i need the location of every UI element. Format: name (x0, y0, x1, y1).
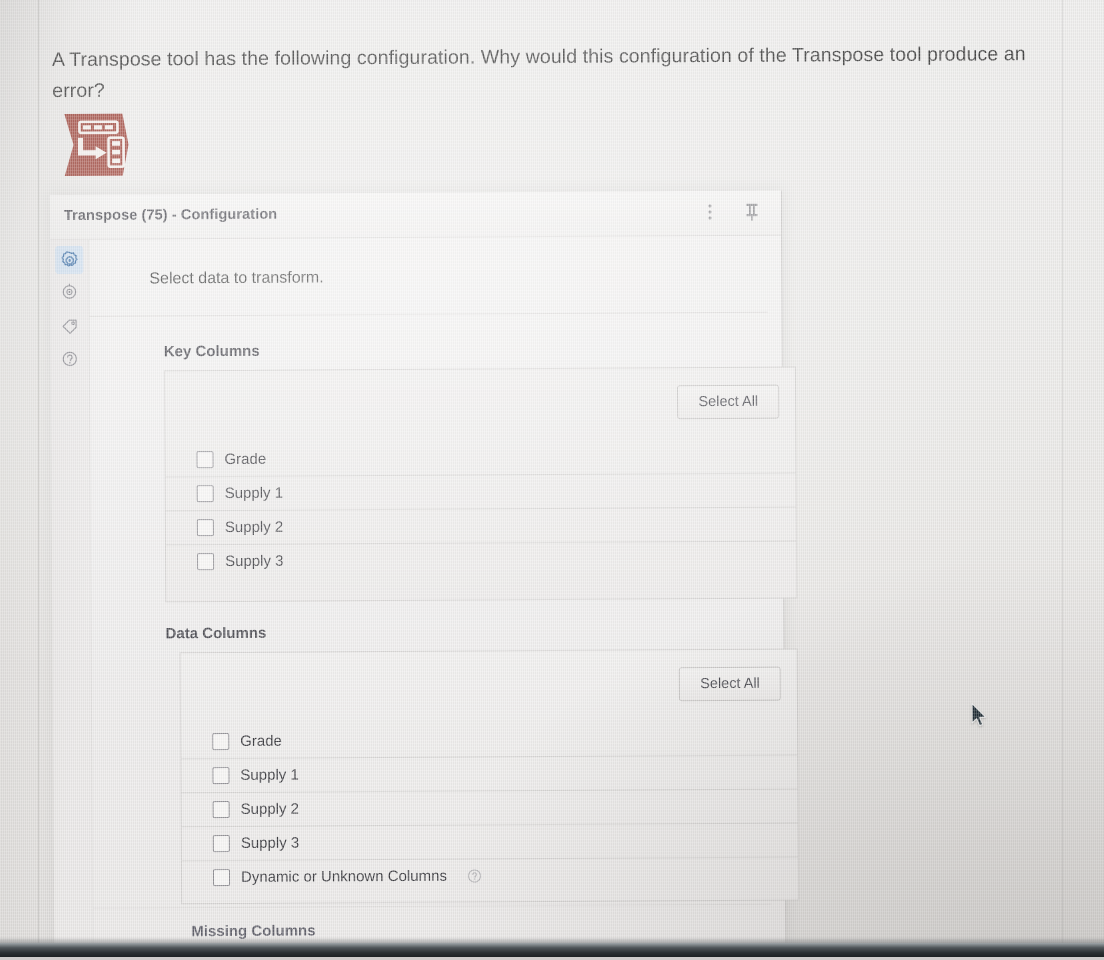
tag-icon[interactable] (56, 312, 84, 340)
list-item-label: Supply 1 (240, 766, 299, 784)
list-item[interactable]: Grade (165, 439, 796, 478)
data-columns-option-list: Grade Supply 1 Supply 2 Supply 3 Dynamic… (181, 721, 798, 895)
list-item-label: Supply 1 (224, 484, 284, 503)
mouse-cursor (970, 702, 990, 730)
list-item[interactable]: Dynamic or Unknown Columns (182, 858, 798, 895)
list-item[interactable]: Supply 3 (181, 823, 798, 862)
list-item[interactable]: Supply 1 (165, 473, 796, 512)
checkbox[interactable] (212, 766, 230, 785)
list-item[interactable]: Grade (181, 721, 798, 760)
panel-header-actions (699, 200, 763, 224)
checkbox[interactable] (212, 834, 230, 853)
checkbox[interactable] (196, 451, 214, 469)
transpose-configuration-panel: Transpose (75) - Configuration Select da… (49, 190, 800, 948)
key-columns-select-all-button[interactable]: Select All (677, 384, 780, 420)
checkbox[interactable] (212, 800, 230, 819)
list-item[interactable]: Supply 1 (181, 755, 798, 794)
list-item-label: Supply 3 (240, 834, 300, 852)
checkbox[interactable] (212, 868, 231, 887)
list-item-label: Grade (240, 732, 282, 750)
help-icon[interactable] (56, 345, 84, 373)
more-options-icon[interactable] (699, 200, 721, 224)
divider (93, 903, 772, 909)
list-item-label: Supply 2 (224, 518, 284, 537)
key-columns-label: Key Columns (163, 342, 260, 361)
list-item-label: Dynamic or Unknown Columns (240, 867, 447, 886)
pin-icon[interactable] (741, 200, 763, 224)
panel-header: Transpose (75) - Configuration (49, 190, 782, 241)
checkbox[interactable] (196, 519, 214, 537)
annotation-target-icon[interactable] (55, 278, 83, 306)
panel-body: Select data to transform. Key Columns Se… (89, 236, 800, 947)
question-text: A Transpose tool has the following confi… (51, 43, 1026, 103)
checkbox[interactable] (212, 732, 230, 751)
dynamic-columns-help-icon[interactable] (467, 868, 482, 883)
list-item-label: Grade (224, 450, 267, 469)
data-columns-listbox: Select All Grade Supply 1 Supply 2 Suppl… (179, 648, 800, 905)
configuration-gear-icon[interactable] (55, 245, 84, 275)
list-item[interactable]: Supply 2 (165, 507, 796, 546)
intro-text: Select data to transform. (149, 269, 324, 288)
key-columns-option-list: Grade Supply 1 Supply 2 Supply 3 (165, 439, 796, 579)
screen-bezel (0, 943, 1104, 957)
key-columns-listbox: Select All Grade Supply 1 Supply 2 Suppl… (163, 366, 798, 603)
transpose-tool-icon (62, 112, 130, 178)
data-columns-label: Data Columns (165, 624, 267, 643)
panel-icon-rail (50, 239, 94, 948)
panel-title: Transpose (75) - Configuration (63, 206, 278, 224)
divider (89, 311, 768, 317)
data-columns-select-all-button[interactable]: Select All (679, 666, 781, 702)
list-item-label: Supply 2 (240, 800, 300, 818)
list-item-label: Supply 3 (225, 552, 284, 571)
list-item[interactable]: Supply 3 (166, 542, 796, 579)
list-item[interactable]: Supply 2 (181, 789, 798, 828)
checkbox[interactable] (196, 485, 214, 503)
checkbox[interactable] (197, 553, 215, 571)
